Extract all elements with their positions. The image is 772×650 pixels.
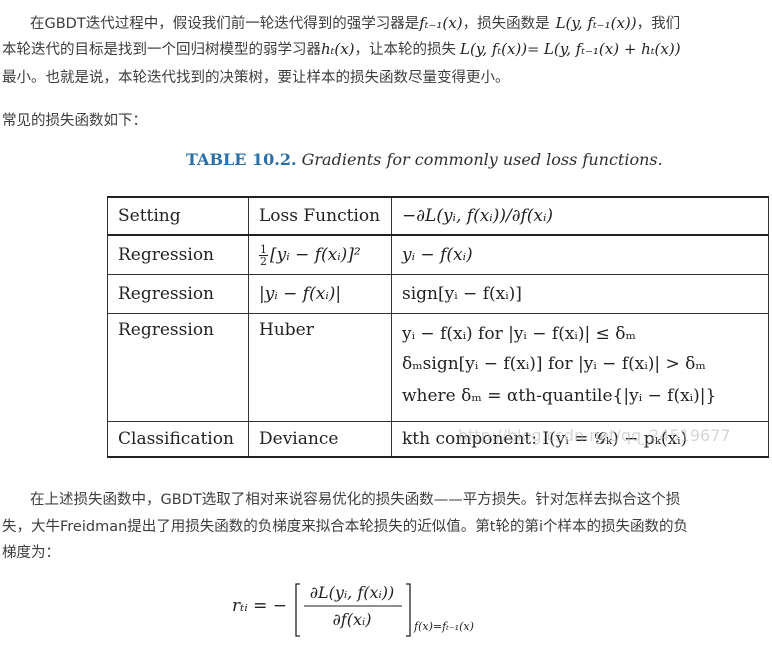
huber-case-2: δₘsign[yᵢ − f(xᵢ)] for |yᵢ − f(xᵢ)| > δₘ [402, 354, 706, 374]
round-loss-formula: L(y, fₜ(x)) [460, 40, 528, 58]
cell-gradient: yᵢ − f(xᵢ) [391, 235, 769, 275]
intro-line-2-prefix: 本轮迭代的目标是找到一个回归树模型的弱学习器 [2, 42, 321, 58]
round-loss-expansion: L(y, fₜ₋₁(x) + hₜ(x)) [543, 40, 681, 58]
huber-case-3: where δₘ = αth-quantile{|yᵢ − f(xᵢ)|} [402, 386, 717, 406]
intro-line-1-suffix: ，我们 [636, 16, 681, 32]
intro-line-1-mid: ，损失函数是 [462, 16, 550, 32]
header-setting: Setting [107, 196, 249, 236]
cell-setting: Regression [107, 313, 249, 422]
table-caption-text: Gradients for commonly used loss functio… [301, 150, 663, 169]
equation-denominator: ∂f(xᵢ) [333, 610, 372, 629]
table-row: Regression 1 2 [yᵢ − f(xᵢ)]² yᵢ − f(xᵢ) [107, 235, 769, 275]
cell-setting: Regression [107, 274, 249, 314]
negative-gradient-equation: rₜᵢ = − ∂L(yᵢ, f(xᵢ)) ∂f(xᵢ) f(x)=fₜ₋₁(x… [232, 578, 532, 646]
huber-case-1: yᵢ − f(xᵢ) for |yᵢ − f(xᵢ)| ≤ δₘ [402, 324, 636, 344]
watermark-url: http://blog.csdn.net/qq_24519677 [458, 426, 731, 445]
cell-loss: 1 2 [yᵢ − f(xᵢ)]² [248, 235, 392, 275]
one-half-fraction: 12 [259, 242, 268, 268]
common-loss-heading: 常见的损失函数如下： [2, 113, 147, 129]
explanation-line-3: 梯度为： [2, 545, 60, 561]
cell-loss: Deviance [248, 421, 392, 458]
intro-line-2-mid: ，让本轮的损失 [354, 42, 457, 58]
equals-sign: = [527, 42, 544, 58]
cell-gradient: sign[yᵢ − f(xᵢ)] [391, 274, 769, 314]
cell-setting: Classification [107, 421, 249, 458]
cell-gradient: yᵢ − f(xᵢ) for |yᵢ − f(xᵢ)| ≤ δₘ δₘsign[… [391, 313, 769, 422]
table-header-row: Setting Loss Function −∂L(yᵢ, f(xᵢ))/∂f(… [107, 196, 769, 236]
header-loss-function: Loss Function [248, 196, 392, 236]
loss-function-table: Setting Loss Function −∂L(yᵢ, f(xᵢ))/∂f(… [107, 196, 769, 458]
weak-learner-formula: hₜ(x) [321, 40, 355, 58]
intro-line-1-prefix: 在GBDT迭代过程中，假设我们前一轮迭代得到的强学习器是 [30, 16, 420, 32]
cell-loss: Huber [248, 313, 392, 422]
explanation-line-2: 失，大牛Freidman提出了用损失函数的负梯度来拟合本轮损失的近似值。第t轮的… [2, 519, 688, 535]
cell-loss: |yᵢ − f(xᵢ)| [248, 274, 392, 314]
intro-line-1: 在GBDT迭代过程中，假设我们前一轮迭代得到的强学习器是fₜ₋₁(x)，损失函数… [30, 12, 680, 33]
equation-graphic: rₜᵢ = − ∂L(yᵢ, f(xᵢ)) ∂f(xᵢ) f(x)=fₜ₋₁(x… [232, 583, 474, 637]
strong-learner-formula: fₜ₋₁(x) [419, 14, 463, 32]
equation-subscript: f(x)=fₜ₋₁(x) [413, 620, 474, 633]
explanation-line-1: 在上述损失函数中，GBDT选取了相对来说容易优化的损失函数——平方损失。针对怎样… [30, 492, 681, 508]
cell-setting: Regression [107, 235, 249, 275]
intro-line-3: 最小。也就是说，本轮迭代找到的决策树，要让样本的损失函数尽量变得更小。 [2, 70, 510, 86]
intro-line-2: 本轮迭代的目标是找到一个回归树模型的弱学习器hₜ(x)，让本轮的损失 L(y, f… [2, 38, 681, 59]
right-bracket [406, 583, 411, 637]
header-gradient: −∂L(yᵢ, f(xᵢ))/∂f(xᵢ) [391, 196, 769, 236]
table-row: Regression Huber yᵢ − f(xᵢ) for |yᵢ − f(… [107, 313, 769, 422]
table-row: Regression |yᵢ − f(xᵢ)| sign[yᵢ − f(xᵢ)] [107, 274, 769, 314]
table-caption: TABLE 10.2. Gradients for commonly used … [186, 150, 663, 169]
loss-function-formula: L(y, fₜ₋₁(x)) [555, 14, 637, 32]
equation-lhs: rₜᵢ = − [232, 596, 287, 616]
equation-numerator: ∂L(yᵢ, f(xᵢ)) [310, 583, 394, 602]
table-caption-label: TABLE 10.2. [186, 150, 297, 169]
left-bracket [295, 583, 300, 637]
